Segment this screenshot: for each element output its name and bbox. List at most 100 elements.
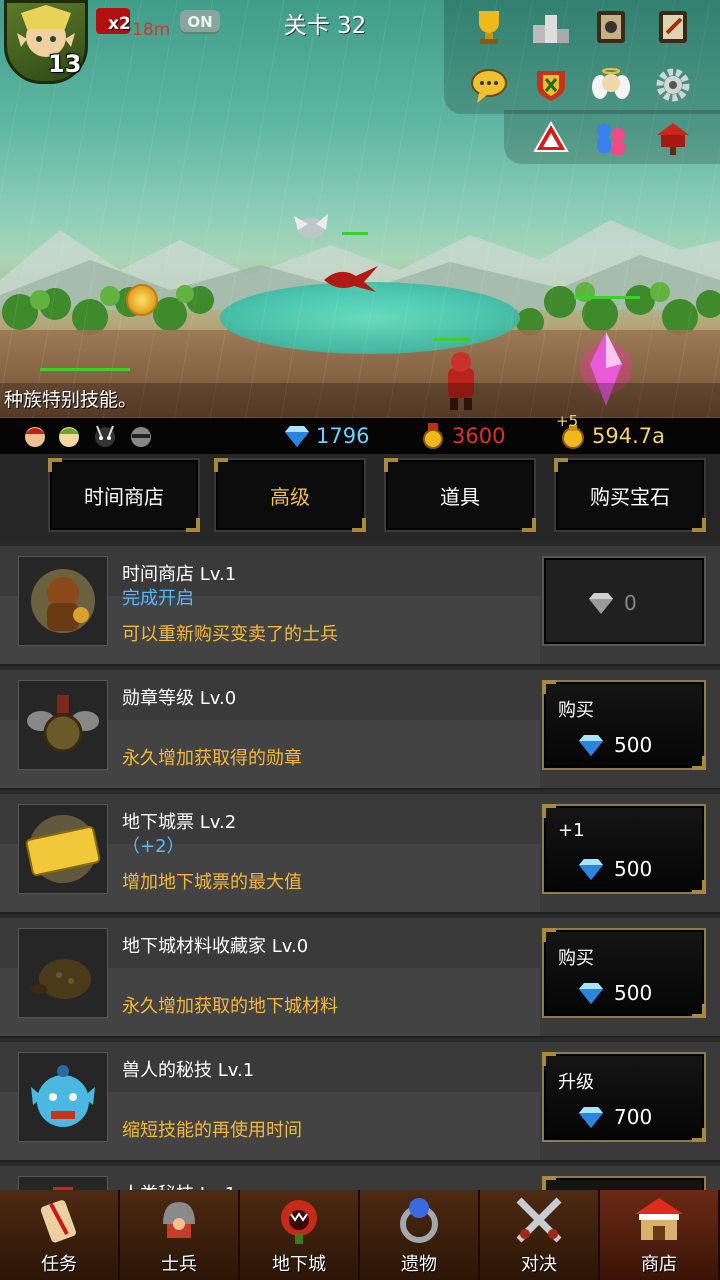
item-cost: 700 bbox=[614, 1105, 653, 1129]
item-name: 人类秘技 Lv.1 bbox=[122, 1180, 236, 1190]
mailbox-icon[interactable] bbox=[650, 114, 696, 160]
undead-face-icon[interactable] bbox=[92, 422, 118, 450]
warning-icon[interactable] bbox=[528, 114, 574, 160]
shop-item-list[interactable]: 时间商店 Lv.1 完成开启 可以重新购买变卖了的士兵 0 勋章等级 Lv.0 … bbox=[0, 542, 720, 1190]
bottom-nav: 任务 士兵 地下城 遗物 对决 商店 bbox=[0, 1190, 720, 1280]
enemy-hp-bar bbox=[342, 232, 368, 235]
shop-item-row: 人类秘技 Lv.1 bbox=[0, 1162, 720, 1190]
item-description: 可以重新购买变卖了的士兵 bbox=[122, 624, 338, 645]
stage-title: 关卡 32 bbox=[283, 13, 367, 39]
red-bird-enemy bbox=[324, 266, 378, 292]
trophy-icon[interactable] bbox=[466, 4, 512, 50]
item-cost: 0 bbox=[624, 591, 637, 615]
helmet-icon bbox=[163, 1202, 195, 1238]
tab-label: 时间商店 bbox=[84, 484, 164, 509]
nav-shop[interactable]: 商店 bbox=[600, 1190, 720, 1280]
soldier-hp-bar bbox=[434, 338, 470, 341]
shop-item-row: 时间商店 Lv.1 完成开启 可以重新购买变卖了的士兵 0 bbox=[0, 542, 720, 664]
medal-counter: 3600 bbox=[420, 420, 505, 452]
gem-icon bbox=[589, 593, 613, 614]
tab-label: 高级 bbox=[270, 484, 310, 509]
nav-relics[interactable]: 遗物 bbox=[360, 1190, 480, 1280]
gold-counter: +5 594.7a bbox=[556, 412, 665, 452]
orc-face-icon[interactable] bbox=[128, 422, 154, 450]
tab-label: 道具 bbox=[440, 484, 480, 509]
dungeon-ticket-icon bbox=[18, 804, 108, 894]
item-cost: 500 bbox=[614, 981, 653, 1005]
chat-icon[interactable] bbox=[466, 62, 512, 108]
medal-wings-icon bbox=[18, 680, 108, 770]
shop-item-row: 地下城票 Lv.2 （+2） 增加地下城票的最大值 +1 500 bbox=[0, 790, 720, 912]
speed-multiplier: x2 bbox=[108, 14, 131, 34]
merchant-icon bbox=[18, 556, 108, 646]
upgrade-button[interactable]: +1 500 bbox=[542, 804, 706, 894]
nav-dungeon[interactable]: 地下城 bbox=[240, 1190, 360, 1280]
ally-hp-bar bbox=[40, 368, 130, 371]
buy-button[interactable] bbox=[542, 1176, 706, 1190]
speed-time-remaining: 18m bbox=[132, 20, 171, 40]
top-menu bbox=[444, 0, 720, 164]
angel-icon[interactable] bbox=[588, 62, 634, 108]
shop-tabs: 时间商店 高级 道具 购买宝石 bbox=[0, 454, 720, 542]
human-portrait-icon bbox=[18, 1176, 108, 1190]
tab-premium[interactable]: 高级 bbox=[214, 458, 366, 532]
buy-label: 升级 bbox=[558, 1072, 594, 1093]
auto-toggle[interactable]: ON bbox=[180, 10, 220, 34]
nav-soldiers[interactable]: 士兵 bbox=[120, 1190, 240, 1280]
player-level: 13 bbox=[48, 50, 82, 78]
item-name: 地下城材料收藏家 Lv.0 bbox=[122, 936, 309, 957]
guild-icon[interactable] bbox=[528, 62, 574, 108]
item-description: 缩短技能的再使用时间 bbox=[122, 1120, 302, 1141]
nav-quests[interactable]: 任务 bbox=[0, 1190, 120, 1280]
crossed-swords-icon bbox=[516, 1197, 562, 1243]
medal-count: 3600 bbox=[452, 424, 506, 448]
gear-icon[interactable] bbox=[650, 62, 696, 108]
elf-face-icon[interactable] bbox=[56, 422, 82, 450]
tab-label: 购买宝石 bbox=[590, 484, 670, 509]
shop-item-row: 勋章等级 Lv.0 永久增加获取得的勋章 购买 500 bbox=[0, 666, 720, 788]
gem-count: 1796 bbox=[316, 424, 370, 448]
tab-items[interactable]: 道具 bbox=[384, 458, 536, 532]
relic-ring-icon bbox=[400, 1198, 438, 1243]
ranking-icon[interactable] bbox=[528, 4, 574, 50]
item-name: 地下城票 Lv.2 bbox=[122, 812, 237, 833]
shop-icon bbox=[635, 1198, 683, 1240]
scroll-icon bbox=[40, 1200, 76, 1243]
buy-label: 购买 bbox=[558, 700, 594, 721]
gem-icon bbox=[579, 859, 603, 880]
tab-time-shop[interactable]: 时间商店 bbox=[48, 458, 200, 532]
material-pouch-icon bbox=[18, 928, 108, 1018]
item-name: 兽人的秘技 Lv.1 bbox=[122, 1060, 255, 1081]
shop-item-row: 地下城材料收藏家 Lv.0 永久增加获取的地下城材料 购买 500 bbox=[0, 914, 720, 1036]
quest-book-icon[interactable] bbox=[650, 4, 696, 50]
scene-message: 种族特别技能。 bbox=[0, 383, 720, 417]
buy-button[interactable]: 购买 500 bbox=[542, 680, 706, 770]
book-icon[interactable] bbox=[588, 4, 634, 50]
flying-enemy bbox=[294, 214, 328, 238]
item-name: 时间商店 Lv.1 bbox=[122, 564, 237, 585]
item-cost: 500 bbox=[614, 857, 653, 881]
gold-coin-drop[interactable] bbox=[126, 284, 158, 316]
medal-icon bbox=[423, 423, 443, 449]
buy-button[interactable]: 购买 500 bbox=[542, 928, 706, 1018]
gem-icon bbox=[285, 426, 309, 447]
tab-buy-gems[interactable]: 购买宝石 bbox=[554, 458, 706, 532]
item-cost: 500 bbox=[614, 733, 653, 757]
gem-counter: 1796 bbox=[284, 420, 369, 452]
buy-label: +1 bbox=[558, 820, 585, 841]
crystal-hp-bar bbox=[574, 296, 640, 299]
buy-label: 购买 bbox=[558, 948, 594, 969]
gold-count: 594.7a bbox=[592, 424, 665, 448]
nav-battle[interactable]: 对决 bbox=[480, 1190, 600, 1280]
item-name: 勋章等级 Lv.0 bbox=[122, 688, 237, 709]
purchase-button-disabled[interactable]: 0 bbox=[542, 556, 706, 646]
upgrade-button[interactable]: 升级 700 bbox=[542, 1052, 706, 1142]
human-face-icon[interactable] bbox=[22, 422, 48, 450]
gold-bonus: +5 bbox=[556, 412, 579, 430]
item-status: 完成开启 bbox=[122, 588, 194, 609]
item-bonus: （+2） bbox=[122, 836, 185, 857]
shop-item-row: 兽人的秘技 Lv.1 缩短技能的再使用时间 升级 700 bbox=[0, 1038, 720, 1160]
friends-icon[interactable] bbox=[588, 114, 634, 160]
battle-scene: 13 x2 18m ON 关卡 32 种族特别技能。 bbox=[0, 0, 720, 418]
orc-portrait-icon bbox=[18, 1052, 108, 1142]
